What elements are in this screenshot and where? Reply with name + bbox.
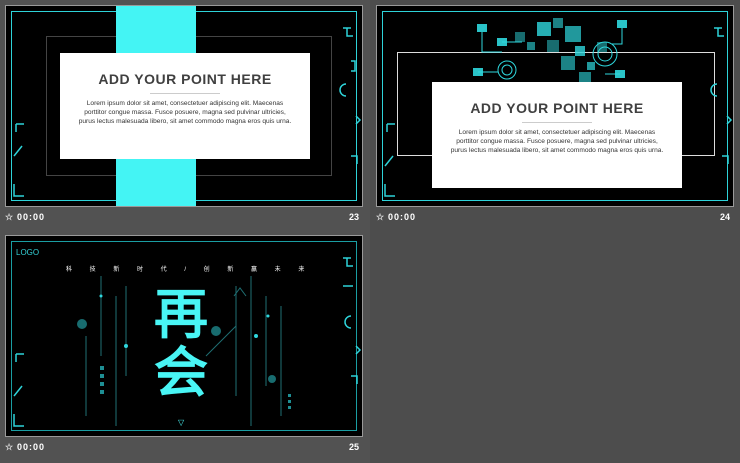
slide-number: 25: [348, 442, 359, 452]
slide-footer: ☆ 00:00 23: [5, 209, 363, 227]
slide-timing: 00:00: [388, 212, 417, 222]
slide-number: 24: [719, 212, 730, 222]
slide-number: 23: [348, 212, 359, 222]
slide-timing: 00:00: [17, 442, 46, 452]
down-arrow-icon: ▽: [178, 418, 185, 427]
heading-divider: [150, 93, 220, 94]
farewell-title: 再会: [154, 283, 208, 404]
star-icon[interactable]: ☆: [5, 442, 13, 453]
slide-footer: ☆ 00:00 24: [376, 209, 734, 227]
slide-24-canvas[interactable]: ADD YOUR POINT HERE Lorem ipsum dolor si…: [376, 5, 734, 207]
star-icon[interactable]: ☆: [376, 212, 384, 223]
slide-timing: 00:00: [17, 212, 46, 222]
slide-body-text: Lorem ipsum dolor sit amet, consectetuer…: [78, 100, 292, 125]
star-icon[interactable]: ☆: [5, 212, 13, 223]
slide-heading: ADD YOUR POINT HERE: [98, 71, 272, 87]
corner-decorations: [384, 27, 733, 197]
slide-footer: ☆ 00:00 25: [5, 439, 363, 457]
slide-23-canvas[interactable]: ADD YOUR POINT HERE Lorem ipsum dolor si…: [5, 5, 363, 207]
slide-25-canvas[interactable]: LOGO 科 技 新 时 代 / 创 新 赢 未 来 再会 ▽: [5, 235, 363, 437]
content-card: ADD YOUR POINT HERE Lorem ipsum dolor si…: [60, 53, 310, 159]
